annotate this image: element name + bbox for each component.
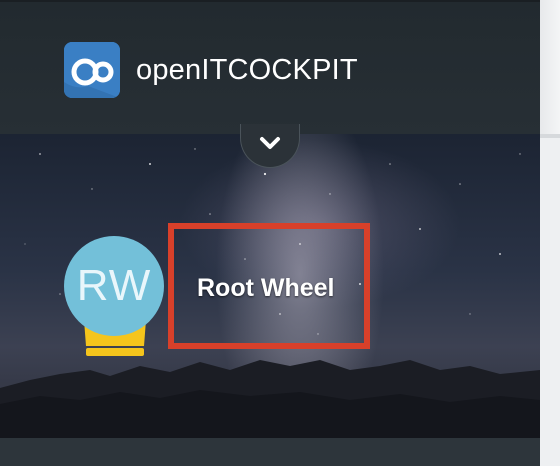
- sidebar-menu-area: [0, 438, 540, 466]
- app-window: openITCOCKPIT RW Root Wheel: [0, 0, 560, 466]
- main-header-edge: [540, 0, 560, 134]
- chevron-down-icon: [259, 135, 281, 156]
- header-divider: [540, 134, 560, 138]
- main-content-edge: [540, 0, 560, 466]
- sidebar-header: openITCOCKPIT: [0, 0, 540, 134]
- sidebar: openITCOCKPIT RW Root Wheel: [0, 0, 540, 466]
- brand-name[interactable]: openITCOCKPIT: [136, 54, 358, 87]
- avatar[interactable]: RW: [64, 236, 164, 336]
- openitcockpit-logo-icon[interactable]: [64, 42, 120, 98]
- user-name[interactable]: Root Wheel: [197, 274, 335, 303]
